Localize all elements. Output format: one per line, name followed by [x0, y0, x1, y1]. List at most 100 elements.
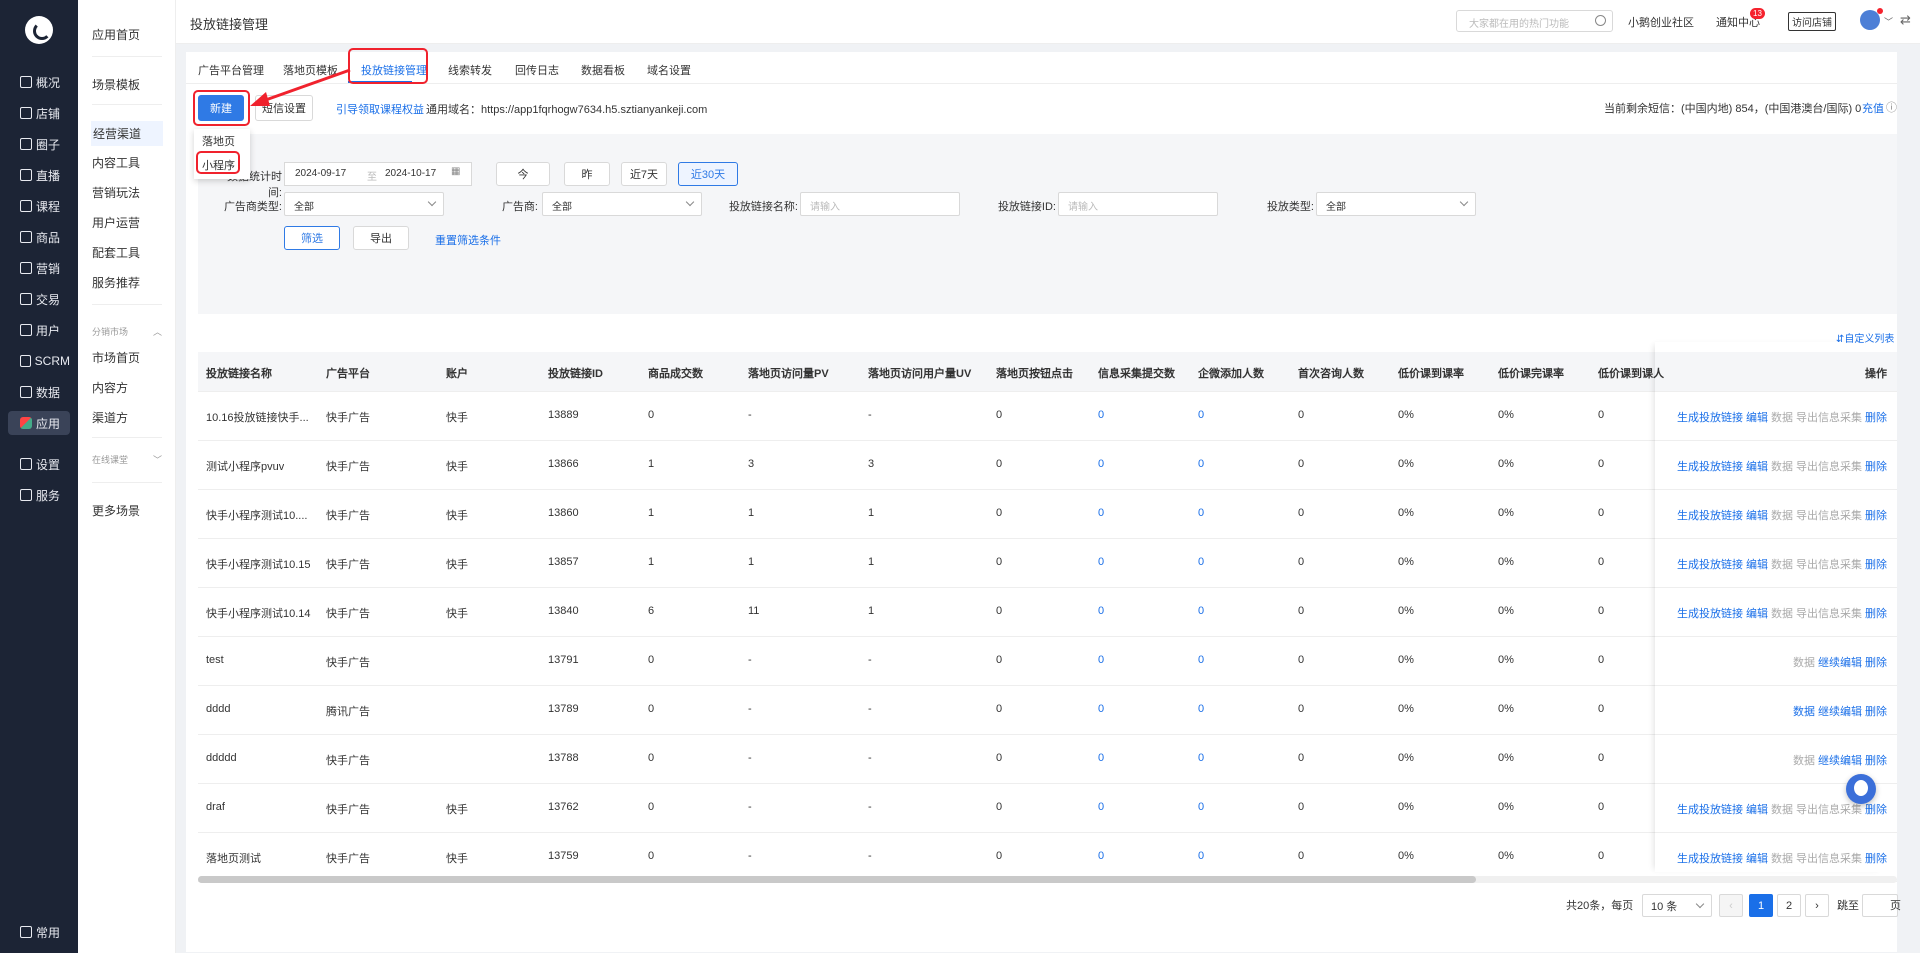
delivery-type-select[interactable]: 全部	[1316, 192, 1476, 216]
last7-button[interactable]: 近7天	[621, 162, 667, 186]
submenu-item-app-home[interactable]: 应用首页	[92, 26, 162, 43]
submenu-item-support-tools[interactable]: 配套工具	[92, 244, 162, 261]
table-cell[interactable]: 0	[1098, 507, 1104, 519]
submenu-item-marketing[interactable]: 营销玩法	[92, 184, 162, 201]
row-action-link[interactable]: 数据	[1793, 755, 1815, 767]
submenu-item-content-party[interactable]: 内容方	[92, 379, 162, 396]
row-action-link[interactable]: 数据	[1793, 706, 1815, 718]
nav-item-5[interactable]: 商品	[8, 225, 70, 249]
page-1-button[interactable]: 1	[1749, 894, 1773, 917]
horizontal-scrollbar[interactable]	[198, 876, 1897, 883]
table-cell[interactable]: 0	[1198, 605, 1204, 617]
row-action-link[interactable]: 导出信息采集	[1796, 461, 1862, 473]
row-action-link[interactable]: 导出信息采集	[1796, 412, 1862, 424]
table-cell[interactable]: 0	[1198, 458, 1204, 470]
table-cell[interactable]: 0	[1098, 703, 1104, 715]
last30-button[interactable]: 近30天	[678, 162, 738, 186]
today-button[interactable]: 今	[496, 162, 550, 186]
table-cell[interactable]: 0	[1198, 703, 1204, 715]
table-cell[interactable]: 0	[1098, 801, 1104, 813]
row-action-link[interactable]: 编辑	[1746, 559, 1768, 571]
row-action-link[interactable]: 导出信息采集	[1796, 853, 1862, 865]
submenu-item-content-tools[interactable]: 内容工具	[92, 154, 162, 171]
table-cell[interactable]: 0	[1098, 605, 1104, 617]
calendar-icon[interactable]: ▦	[451, 166, 460, 177]
row-action-link[interactable]: 编辑	[1746, 853, 1768, 865]
row-action-link[interactable]: 删除	[1865, 608, 1887, 620]
row-action-link[interactable]: 删除	[1865, 461, 1887, 473]
submenu-item-channel-party[interactable]: 渠道方	[92, 409, 162, 426]
row-action-link[interactable]: 数据	[1793, 657, 1815, 669]
table-cell[interactable]: 0	[1198, 752, 1204, 764]
table-cell[interactable]: 0	[1198, 850, 1204, 862]
row-action-link[interactable]: 导出信息采集	[1796, 510, 1862, 522]
row-action-link[interactable]: 继续编辑	[1818, 706, 1862, 718]
page-size-select[interactable]: 10 条	[1642, 894, 1712, 917]
row-action-link[interactable]: 删除	[1865, 657, 1887, 669]
table-cell[interactable]: 0	[1198, 654, 1204, 666]
nav-item-1[interactable]: 店铺	[8, 101, 70, 125]
tab-callback-log[interactable]: 回传日志	[515, 62, 559, 78]
link-id-input[interactable]: 请输入	[1058, 192, 1218, 216]
nav-item-13[interactable]: 服务	[8, 483, 70, 507]
row-action-link[interactable]: 编辑	[1746, 510, 1768, 522]
logo-icon[interactable]	[25, 16, 53, 44]
row-action-link[interactable]: 编辑	[1746, 461, 1768, 473]
submenu-group-online-class[interactable]: 在线课堂 ﹀	[92, 453, 162, 466]
row-action-link[interactable]: 导出信息采集	[1796, 608, 1862, 620]
nav-item-2[interactable]: 圈子	[8, 132, 70, 156]
row-action-link[interactable]: 数据	[1771, 804, 1793, 816]
row-action-link[interactable]: 删除	[1865, 412, 1887, 424]
row-action-link[interactable]: 生成投放链接	[1677, 804, 1743, 816]
recharge-link[interactable]: 充值	[1862, 100, 1884, 116]
menu-item-landing-page[interactable]: 落地页	[194, 129, 250, 153]
tab-domain-settings[interactable]: 域名设置	[647, 62, 691, 78]
row-action-link[interactable]: 数据	[1771, 412, 1793, 424]
row-action-link[interactable]: 生成投放链接	[1677, 559, 1743, 571]
ad-type-select[interactable]: 全部	[284, 192, 444, 216]
row-action-link[interactable]: 编辑	[1746, 804, 1768, 816]
row-action-link[interactable]: 数据	[1771, 559, 1793, 571]
submenu-group-distribution[interactable]: 分销市场 ︿	[92, 325, 162, 338]
row-action-link[interactable]: 删除	[1865, 804, 1887, 816]
filter-button[interactable]: 筛选	[284, 226, 340, 250]
nav-item-4[interactable]: 课程	[8, 194, 70, 218]
nav-item-8[interactable]: 用户	[8, 318, 70, 342]
row-action-link[interactable]: 数据	[1771, 608, 1793, 620]
search-icon[interactable]	[1595, 15, 1606, 26]
tab-data-board[interactable]: 数据看板	[581, 62, 625, 78]
guide-course-link[interactable]: 引导领取课程权益	[336, 101, 424, 117]
tab-landing-templates[interactable]: 落地页模板	[283, 62, 338, 78]
row-action-link[interactable]: 删除	[1865, 559, 1887, 571]
submenu-item-scene-templates[interactable]: 场景模板	[92, 76, 162, 93]
custom-columns-link[interactable]: ⇵自定义列表	[1836, 330, 1894, 345]
table-cell[interactable]: 0	[1198, 507, 1204, 519]
reset-filter-link[interactable]: 重置筛选条件	[435, 232, 501, 248]
submenu-item-service-recommend[interactable]: 服务推荐	[92, 274, 162, 291]
visit-store-button[interactable]: 访问店铺	[1788, 12, 1836, 31]
nav-item-12[interactable]: 设置	[8, 452, 70, 476]
row-action-link[interactable]: 编辑	[1746, 412, 1768, 424]
table-cell[interactable]: 0	[1098, 409, 1104, 421]
link-name-input[interactable]: 请输入	[800, 192, 960, 216]
row-action-link[interactable]: 数据	[1771, 461, 1793, 473]
nav-item-common[interactable]: 常用	[8, 920, 70, 944]
row-action-link[interactable]: 编辑	[1746, 608, 1768, 620]
submenu-item-user-ops[interactable]: 用户运营	[92, 214, 162, 231]
nav-item-11[interactable]: 应用	[8, 411, 70, 435]
table-cell[interactable]: 0	[1098, 458, 1104, 470]
nav-item-9[interactable]: SCRM	[8, 349, 70, 373]
table-cell[interactable]: 0	[1098, 850, 1104, 862]
row-action-link[interactable]: 继续编辑	[1818, 657, 1862, 669]
table-cell[interactable]: 0	[1198, 409, 1204, 421]
row-action-link[interactable]: 数据	[1771, 853, 1793, 865]
scroll-thumb[interactable]	[198, 876, 1476, 883]
search-input[interactable]: 大家都在用的热门功能	[1456, 10, 1613, 32]
row-action-link[interactable]: 生成投放链接	[1677, 412, 1743, 424]
nav-item-10[interactable]: 数据	[8, 380, 70, 404]
row-action-link[interactable]: 生成投放链接	[1677, 510, 1743, 522]
submenu-item-channels[interactable]: 经营渠道	[91, 121, 163, 146]
next-page-button[interactable]: ›	[1805, 894, 1829, 917]
table-cell[interactable]: 0	[1098, 752, 1104, 764]
row-action-link[interactable]: 生成投放链接	[1677, 461, 1743, 473]
